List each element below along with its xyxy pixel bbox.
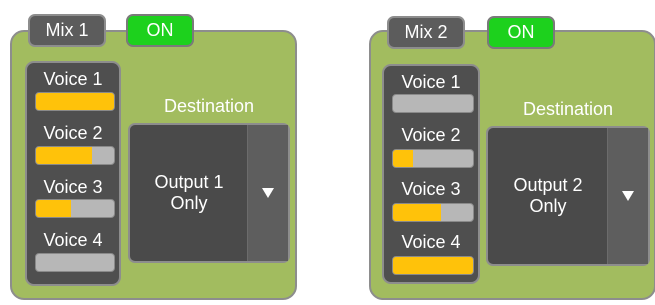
triangle-down-icon (622, 191, 634, 201)
voice-label: Voice 2 (43, 123, 103, 143)
destination-label: Destination (522, 99, 614, 119)
voice-1-level-slider[interactable] (35, 92, 115, 111)
voice-label: Voice 2 (401, 125, 461, 145)
voice-label: Voice 1 (43, 69, 103, 89)
level-fill (36, 200, 72, 217)
voice-label: Voice 1 (401, 72, 461, 92)
level-fill (393, 257, 473, 274)
level-fill (393, 150, 413, 167)
destination-label: Destination (163, 96, 255, 116)
level-fill (36, 147, 93, 164)
voice-2-level-slider[interactable] (35, 146, 115, 165)
destination-dropdown[interactable]: Output 1 Only (128, 123, 290, 263)
level-fill (36, 93, 114, 110)
destination-dropdown[interactable]: Output 2 Only (486, 126, 650, 266)
triangle-down-icon (262, 188, 274, 198)
destination-value: Output 2 Only (513, 175, 583, 216)
voice-levels-panel: Voice 1 Voice 2 Voice 3 Voice 4 (382, 64, 480, 284)
mix-title: Mix 1 (28, 14, 106, 47)
voice-3-level-slider[interactable] (392, 203, 474, 222)
destination-value: Output 1 Only (154, 172, 224, 213)
voice-label: Voice 3 (43, 177, 103, 197)
dropdown-button[interactable] (247, 125, 288, 261)
voice-label: Voice 4 (43, 230, 103, 250)
voice-2-level-slider[interactable] (392, 149, 474, 168)
voice-levels-panel: Voice 1 Voice 2 Voice 3 Voice 4 (25, 61, 121, 286)
voice-3-level-slider[interactable] (35, 199, 115, 218)
voice-4-level-slider[interactable] (35, 253, 115, 272)
level-fill (393, 204, 441, 221)
on-toggle-button[interactable]: ON (126, 14, 194, 47)
voice-label: Voice 3 (401, 179, 461, 199)
dropdown-button[interactable] (607, 128, 648, 264)
mix-title: Mix 2 (387, 16, 465, 49)
on-toggle-button[interactable]: ON (487, 16, 555, 49)
voice-4-level-slider[interactable] (392, 256, 474, 275)
voice-1-level-slider[interactable] (392, 94, 474, 113)
voice-label: Voice 4 (401, 232, 461, 252)
